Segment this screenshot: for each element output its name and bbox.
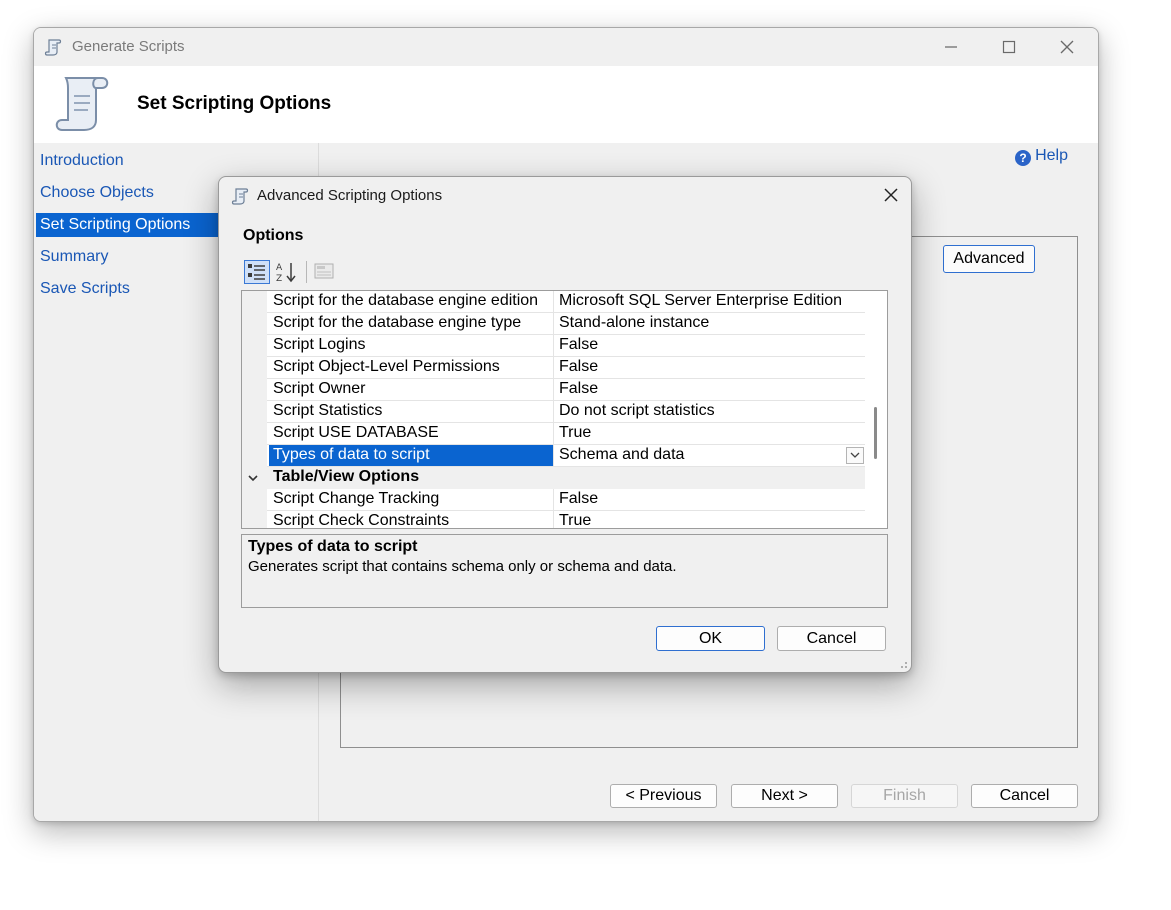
- nav-item-introduction[interactable]: Introduction: [36, 149, 219, 173]
- chevron-down-icon: [850, 452, 860, 458]
- script-scroll-icon: [55, 77, 109, 131]
- maximize-button[interactable]: [980, 28, 1038, 66]
- help-icon: ?: [1015, 150, 1032, 166]
- resize-grip-icon[interactable]: [898, 659, 908, 669]
- property-name: Script Check Constraints: [273, 512, 450, 529]
- previous-button[interactable]: < Previous: [610, 784, 717, 808]
- property-value: False: [553, 489, 867, 510]
- property-name: Script USE DATABASE: [273, 424, 439, 441]
- property-name: Script for the database engine edition: [273, 292, 539, 309]
- options-label: Options: [243, 227, 304, 244]
- help-label: Help: [1035, 147, 1068, 164]
- scrollbar-thumb[interactable]: [874, 407, 877, 459]
- property-value: Do not script statistics: [553, 401, 867, 422]
- close-icon: [1060, 40, 1074, 54]
- property-row[interactable]: Script USE DATABASE True: [267, 423, 867, 445]
- script-scroll-icon: [231, 188, 249, 205]
- property-row[interactable]: Script Statistics Do not script statisti…: [267, 401, 867, 423]
- property-pages-icon: [314, 263, 334, 279]
- sort-alphabetical-icon: A Z: [276, 263, 296, 284]
- alphabetical-button[interactable]: A Z: [274, 260, 300, 284]
- close-icon: [884, 188, 898, 202]
- minimize-icon: [945, 46, 957, 48]
- property-row[interactable]: Script Check Constraints True: [267, 511, 867, 529]
- svg-text:Z: Z: [276, 274, 282, 284]
- property-value: Schema and data: [553, 445, 867, 466]
- property-value: False: [553, 357, 867, 378]
- property-pages-button[interactable]: [312, 260, 338, 284]
- description-panel: Types of data to script Generates script…: [241, 534, 888, 608]
- value-dropdown-button[interactable]: [846, 447, 864, 464]
- finish-button[interactable]: Finish: [851, 784, 958, 808]
- cancel-button[interactable]: Cancel: [971, 784, 1078, 808]
- property-value: False: [553, 379, 867, 400]
- property-row[interactable]: Script for the database engine edition M…: [267, 291, 867, 313]
- advanced-scripting-options-dialog: Advanced Scripting Options Options A Z S…: [218, 176, 912, 673]
- dialog-close-button[interactable]: [871, 177, 911, 213]
- property-row[interactable]: Script Owner False: [267, 379, 867, 401]
- chevron-down-icon[interactable]: [247, 473, 259, 483]
- description-text: Generates script that contains schema on…: [248, 558, 677, 575]
- property-name: Script for the database engine type: [273, 314, 522, 331]
- property-row[interactable]: Script Object-Level Permissions False: [267, 357, 867, 379]
- grid-gutter: [242, 291, 267, 528]
- nav-item-set-scripting-options[interactable]: Set Scripting Options: [36, 213, 219, 237]
- property-name: Types of data to script: [269, 445, 553, 466]
- property-value: Microsoft SQL Server Enterprise Edition: [553, 291, 867, 312]
- minimize-button[interactable]: [922, 28, 980, 66]
- property-row[interactable]: Script Change Tracking False: [267, 489, 867, 511]
- vertical-scrollbar[interactable]: [865, 291, 887, 528]
- description-title: Types of data to script: [248, 538, 418, 555]
- nav-item-choose-objects[interactable]: Choose Objects: [36, 181, 219, 205]
- dialog-cancel-button[interactable]: Cancel: [777, 626, 886, 651]
- page-title: Set Scripting Options: [137, 93, 332, 114]
- property-name: Script Logins: [273, 336, 366, 353]
- category-row[interactable]: Table/View Options: [248, 467, 867, 489]
- property-name: Script Statistics: [273, 402, 383, 419]
- dialog-title: Advanced Scripting Options: [257, 187, 443, 204]
- svg-text:A: A: [276, 263, 283, 273]
- property-value: Stand-alone instance: [553, 313, 867, 334]
- help-link[interactable]: ? Help: [1015, 146, 1068, 166]
- nav-item-save-scripts[interactable]: Save Scripts: [36, 277, 219, 301]
- property-grid: Script for the database engine edition M…: [241, 290, 888, 529]
- advanced-button[interactable]: Advanced: [943, 245, 1035, 273]
- script-scroll-icon: [44, 39, 62, 56]
- category-name: Table/View Options: [273, 468, 420, 485]
- property-name: Script Change Tracking: [273, 490, 440, 507]
- window-title: Generate Scripts: [72, 38, 185, 55]
- property-row[interactable]: Script for the database engine type Stan…: [267, 313, 867, 335]
- nav-item-summary[interactable]: Summary: [36, 245, 219, 269]
- property-name: Script Owner: [273, 380, 366, 397]
- ok-button[interactable]: OK: [656, 626, 765, 651]
- page-header: Set Scripting Options: [34, 66, 1098, 143]
- close-button[interactable]: [1038, 28, 1096, 66]
- property-value: True: [553, 423, 867, 444]
- property-name: Script Object-Level Permissions: [273, 358, 500, 375]
- toolbar-separator: [306, 261, 307, 283]
- property-row-selected[interactable]: Types of data to script Schema and data: [267, 445, 867, 467]
- maximize-icon: [1002, 40, 1016, 54]
- categorized-button[interactable]: [244, 260, 270, 284]
- property-row[interactable]: Script Logins False: [267, 335, 867, 357]
- title-bar[interactable]: Generate Scripts: [34, 28, 1098, 66]
- property-value: False: [553, 335, 867, 356]
- next-button[interactable]: Next >: [731, 784, 838, 808]
- property-value: True: [553, 511, 867, 528]
- categorized-icon: [248, 264, 265, 280]
